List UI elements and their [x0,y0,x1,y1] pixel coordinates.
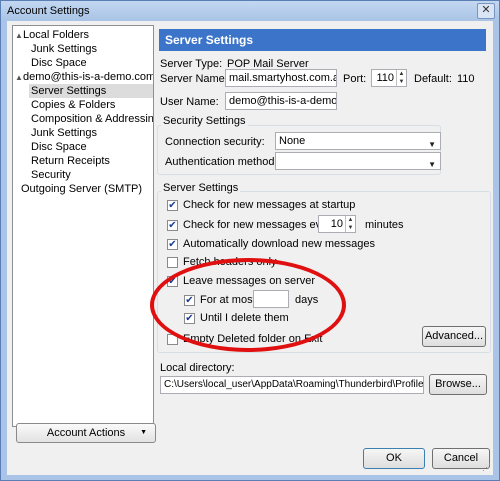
page-title: Server Settings [159,29,486,51]
security-group-title: Security Settings [161,115,248,127]
dropdown-arrow-icon: ▼ [428,160,436,169]
for-at-most-checkbox[interactable]: ✔ [184,295,195,306]
ok-button[interactable]: OK [363,448,425,469]
tree-item-disc-space[interactable]: Disc Space [31,56,87,70]
default-port-label: Default: [414,73,452,85]
account-settings-window: Account Settings ✕ ▲Local Folders Junk S… [0,0,500,481]
check-startup-label: Check for new messages at startup [183,199,356,211]
check-startup-checkbox[interactable]: ✔ [167,200,178,211]
tree-item-copies-folders[interactable]: Copies & Folders [31,98,115,112]
days-label: days [295,294,319,306]
fetch-headers-label: Fetch headers only [183,256,277,268]
dropdown-arrow-icon: ▼ [428,140,436,149]
tree-item-disc-space-2[interactable]: Disc Space [31,140,87,154]
tree-item-server-settings[interactable]: Server Settings [29,84,153,98]
connection-security-label: Connection security: [165,136,265,148]
collapse-icon[interactable]: ▲ [15,29,23,43]
dropdown-arrow-icon: ▼ [140,429,147,436]
leave-messages-checkbox[interactable]: ✔ [167,276,178,287]
empty-deleted-checkbox[interactable] [167,334,178,345]
empty-deleted-label: Empty Deleted folder on Exit [183,333,323,345]
advanced-button[interactable]: Advanced... [422,326,486,347]
auto-download-label: Automatically download new messages [183,238,375,250]
days-input[interactable] [253,290,289,308]
until-delete-checkbox[interactable]: ✔ [184,313,195,324]
spin-arrows-icon[interactable]: ▲ ▼ [345,216,355,232]
tree-item-composition-addressing[interactable]: Composition & Addressing [31,112,153,126]
auto-download-checkbox[interactable]: ✔ [167,239,178,250]
port-label: Port: [343,73,367,85]
tree-item-account[interactable]: ▲demo@this-is-a-demo.com [15,70,153,85]
tree-item-junk-settings[interactable]: Junk Settings [31,42,97,56]
connection-security-select[interactable]: None ▼ [275,132,441,150]
user-name-label: User Name: [160,96,219,108]
browse-button[interactable]: Browse... [429,374,487,395]
local-directory-input[interactable]: C:\Users\local_user\AppData\Roaming\Thun… [160,376,424,394]
check-every-label: Check for new messages every [183,219,337,231]
fetch-headers-checkbox[interactable] [167,257,178,268]
resize-grip-icon[interactable]: ⋰ [482,462,491,473]
auth-method-label: Authentication method: [165,156,278,168]
collapse-icon[interactable]: ▲ [15,71,23,85]
local-directory-label: Local directory: [160,362,235,374]
tree-item-local-folders[interactable]: ▲Local Folders [15,28,89,42]
server-name-input[interactable]: mail.smartyhost.com.au [225,69,337,87]
server-group-title: Server Settings [161,182,241,194]
tree-item-junk-settings-2[interactable]: Junk Settings [31,126,97,140]
tree-item-outgoing-server[interactable]: Outgoing Server (SMTP) [21,182,142,196]
check-interval-stepper[interactable]: 10 ▲ ▼ [318,215,356,233]
check-every-checkbox[interactable]: ✔ [167,220,178,231]
leave-messages-label: Leave messages on server [183,275,316,287]
server-name-label: Server Name: [160,73,228,85]
server-type-label: Server Type: [160,58,223,70]
title-bar: Account Settings ✕ [1,1,499,21]
window-title: Account Settings [7,5,90,17]
minutes-label: minutes [365,219,404,231]
auth-method-select[interactable]: ▼ [275,152,441,170]
user-name-input[interactable]: demo@this-is-a-demo.co [225,92,337,110]
tree-item-security[interactable]: Security [31,168,71,182]
default-port-value: 110 [457,73,475,85]
account-actions-button[interactable]: Account Actions ▼ [16,423,156,443]
for-at-most-label: For at most [200,294,256,306]
spin-arrows-icon[interactable]: ▲ ▼ [396,70,406,86]
port-stepper[interactable]: 110 ▲ ▼ [371,69,407,87]
close-icon[interactable]: ✕ [477,3,495,19]
tree-item-return-receipts[interactable]: Return Receipts [31,154,110,168]
dialog-body: ▲Local Folders Junk Settings Disc Space … [7,21,493,475]
until-delete-label: Until I delete them [200,312,289,324]
account-tree[interactable]: ▲Local Folders Junk Settings Disc Space … [12,25,154,427]
